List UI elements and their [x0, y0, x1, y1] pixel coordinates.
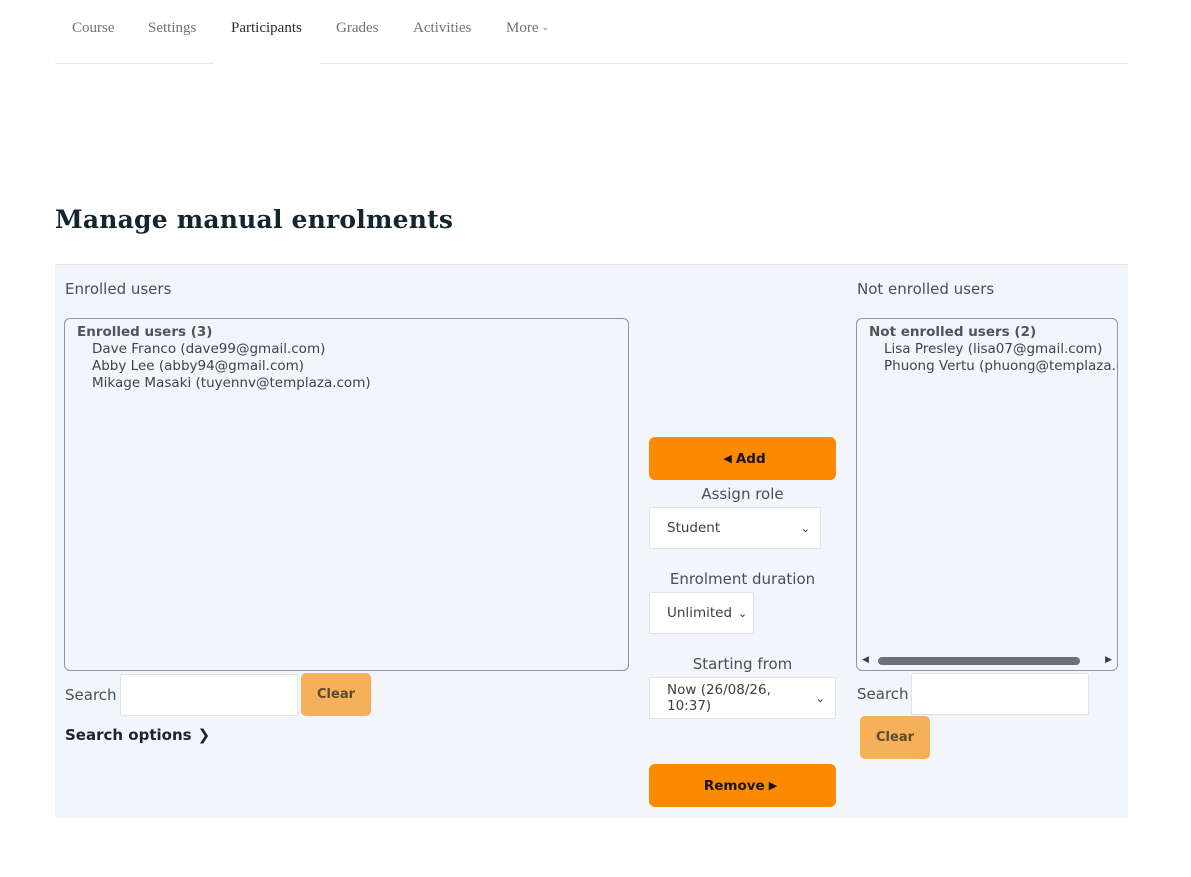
- enrolment-duration-value: Unlimited: [667, 605, 733, 621]
- assign-role-label: Assign role: [701, 485, 784, 503]
- starting-from-select[interactable]: Now (26/08/26, 10:37) ⌄: [649, 677, 836, 719]
- assign-role-value: Student: [667, 520, 721, 536]
- tab-more[interactable]: More ⌄: [506, 20, 549, 37]
- active-tab-indicator: [214, 62, 320, 65]
- list-item[interactable]: Dave Franco (dave99@gmail.com): [77, 341, 616, 358]
- tab-participants[interactable]: Participants: [231, 20, 302, 37]
- tab-more-label: More: [506, 20, 539, 36]
- enrolled-users-group-label: Enrolled users (3): [77, 324, 213, 340]
- assign-role-select[interactable]: Student ⌄: [649, 507, 821, 549]
- search-options-label: Search options: [65, 726, 192, 744]
- not-enrolled-users-listbox[interactable]: Not enrolled users (2) Lisa Presley (lis…: [856, 318, 1118, 671]
- tab-grades[interactable]: Grades: [336, 20, 378, 37]
- list-item[interactable]: Abby Lee (abby94@gmail.com): [77, 358, 616, 375]
- remove-button-label: Remove: [703, 777, 765, 794]
- not-enrolled-clear-button[interactable]: Clear: [860, 716, 930, 759]
- chevron-down-icon: ⌄: [800, 521, 810, 535]
- triangle-left-icon: ◀: [723, 452, 732, 465]
- remove-button[interactable]: Remove ▶: [649, 764, 836, 807]
- starting-from-value: Now (26/08/26, 10:37): [667, 682, 771, 714]
- tab-activities[interactable]: Activities: [413, 20, 471, 37]
- triangle-right-icon: ▶: [768, 779, 778, 792]
- not-enrolled-users-heading: Not enrolled users: [857, 280, 995, 298]
- enrolment-duration-label: Enrolment duration: [669, 570, 816, 588]
- list-item[interactable]: Mikage Masaki (tuyennv@templaza.com): [77, 375, 616, 392]
- chevron-down-icon: ⌄: [738, 606, 748, 620]
- list-item[interactable]: Phuong Vertu (phuong@templaza.com): [869, 358, 1117, 375]
- chevron-right-icon: ❯: [197, 726, 211, 744]
- chevron-down-icon: ⌄: [815, 691, 825, 705]
- not-enrolled-search-label: Search: [857, 685, 909, 703]
- tab-settings[interactable]: Settings: [148, 20, 196, 37]
- horizontal-scrollbar[interactable]: ◀ ▶: [858, 653, 1116, 669]
- add-button-label: Add: [735, 450, 766, 467]
- enrolled-users-listbox[interactable]: Enrolled users (3) Dave Franco (dave99@g…: [64, 318, 629, 671]
- list-item[interactable]: Lisa Presley (lisa07@gmail.com): [869, 341, 1105, 358]
- enrolled-search-label: Search: [65, 686, 117, 704]
- scrollbar-thumb[interactable]: [878, 657, 1080, 665]
- enrolled-search-input[interactable]: [120, 674, 298, 716]
- add-button[interactable]: ◀ Add: [649, 437, 836, 480]
- scroll-right-icon[interactable]: ▶: [1105, 655, 1112, 665]
- not-enrolled-users-group-label: Not enrolled users (2): [869, 324, 1037, 340]
- course-nav: Course Settings Participants Grades Acti…: [55, 0, 1128, 65]
- search-options-toggle[interactable]: Search options ❯: [65, 726, 210, 744]
- enrolment-duration-select[interactable]: Unlimited ⌄: [649, 592, 754, 634]
- chevron-down-icon: ⌄: [541, 22, 550, 32]
- starting-from-label: Starting from: [692, 655, 793, 673]
- enrolled-users-heading: Enrolled users: [65, 280, 172, 298]
- tab-course[interactable]: Course: [72, 20, 115, 37]
- not-enrolled-search-input[interactable]: [911, 673, 1089, 715]
- enrolled-clear-button[interactable]: Clear: [301, 673, 371, 716]
- page-title: Manage manual enrolments: [55, 205, 454, 234]
- scroll-left-icon[interactable]: ◀: [862, 655, 869, 665]
- enrolment-panel: Enrolled users Enrolled users (3) Dave F…: [55, 264, 1128, 818]
